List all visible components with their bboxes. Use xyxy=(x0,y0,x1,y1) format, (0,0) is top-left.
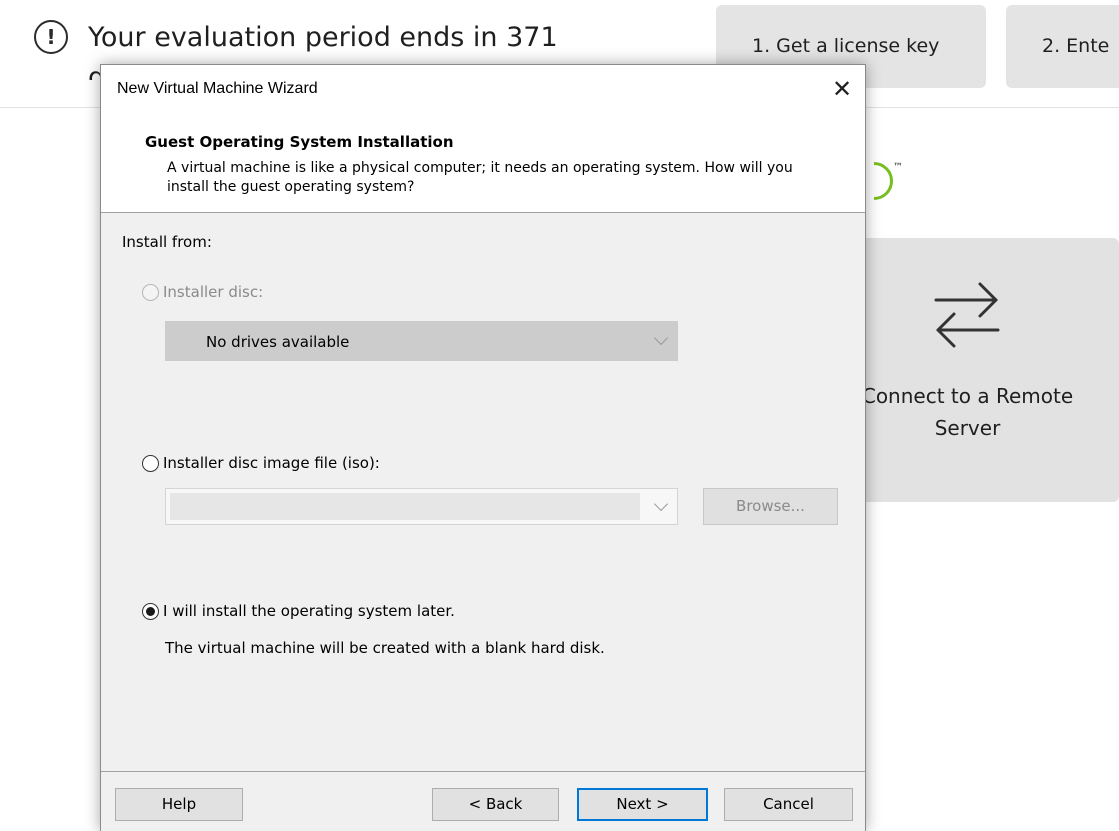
title-bar[interactable]: New Virtual Machine Wizard ✕ xyxy=(101,65,865,115)
close-icon[interactable]: ✕ xyxy=(819,65,865,115)
back-button[interactable]: < Back xyxy=(432,788,559,821)
chevron-down-icon xyxy=(653,330,669,346)
iso-path-combobox[interactable] xyxy=(165,488,678,525)
new-vm-wizard-dialog: New Virtual Machine Wizard ✕ Guest Opera… xyxy=(100,64,866,831)
install-from-label: Install from: xyxy=(122,233,212,251)
installer-iso-label: Installer disc image file (iso): xyxy=(163,454,380,472)
installer-disc-radio[interactable] xyxy=(142,284,159,301)
chevron-down-icon[interactable] xyxy=(653,496,669,512)
page-title: Guest Operating System Installation xyxy=(145,133,454,151)
help-button[interactable]: Help xyxy=(115,788,243,821)
footer-divider xyxy=(101,771,865,772)
install-later-note: The virtual machine will be created with… xyxy=(165,639,605,657)
drive-select[interactable]: No drives available xyxy=(165,321,678,361)
install-later-radio[interactable] xyxy=(142,603,159,620)
wizard-header: Guest Operating System Installation A vi… xyxy=(101,115,865,213)
installer-disc-label: Installer disc: xyxy=(163,283,264,301)
enter-license-key-button[interactable]: 2. Ente xyxy=(1006,5,1119,88)
cancel-button[interactable]: Cancel xyxy=(724,788,853,821)
alert-icon: ! xyxy=(34,20,68,54)
trademark-mark: ™ xyxy=(893,162,903,173)
page-description: A virtual machine is like a physical com… xyxy=(167,160,793,195)
connect-remote-server-label: Connect to a Remote Server xyxy=(861,384,1074,440)
dialog-title: New Virtual Machine Wizard xyxy=(117,80,318,97)
installer-iso-radio[interactable] xyxy=(142,455,159,472)
drive-select-value: No drives available xyxy=(206,333,350,351)
next-button[interactable]: Next > xyxy=(577,788,708,821)
swap-arrows-icon xyxy=(934,282,1000,348)
iso-path-input[interactable] xyxy=(170,493,640,520)
install-later-label: I will install the operating system late… xyxy=(163,602,455,620)
browse-button[interactable]: Browse... xyxy=(703,488,838,525)
